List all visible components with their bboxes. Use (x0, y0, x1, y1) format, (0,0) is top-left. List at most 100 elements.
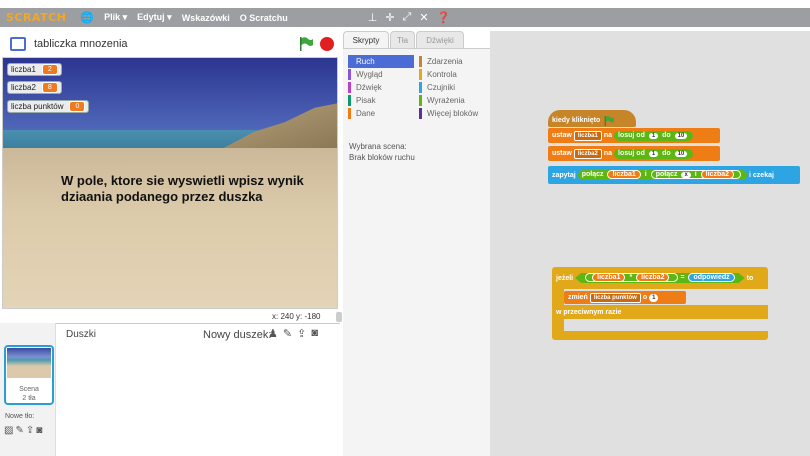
variable-reporter[interactable]: liczba2 (700, 170, 735, 179)
category-looks[interactable]: Wygląd (348, 68, 414, 81)
block-text: * (629, 274, 633, 281)
block-text: losuj od (618, 131, 645, 139)
green-flag-icon[interactable] (298, 37, 314, 51)
scratch-logo[interactable]: SCRATCH (6, 11, 66, 24)
paint-icon[interactable]: ✎ (15, 425, 23, 436)
paint-icon[interactable]: ✎ (283, 327, 292, 340)
block-text: połącz (581, 171, 604, 178)
else-label-bar: w przeciwnym razie (552, 305, 768, 319)
ask-and-wait-block[interactable]: zapytaj połącz liczba1 i połącz x i licz… (548, 166, 800, 184)
category-events[interactable]: Zdarzenia (419, 55, 489, 68)
category-motion[interactable]: Ruch (348, 55, 414, 68)
variable-reporter[interactable]: liczba2 (636, 273, 669, 282)
category-column-left: Ruch Wygląd Dźwięk Pisak Dane (348, 55, 414, 120)
move-icon[interactable]: ✛ (385, 11, 394, 24)
number-input[interactable]: 1 (648, 132, 659, 139)
menu-edit[interactable]: Edytuj ▾ (137, 12, 172, 23)
block-text: na (603, 150, 613, 157)
tab-sounds[interactable]: Dźwięki (416, 31, 464, 48)
monitor-label: liczba1 (11, 65, 36, 74)
variable-reporter[interactable]: liczba1 (592, 273, 625, 282)
block-text: zmień (568, 294, 588, 301)
when-flag-clicked-block[interactable]: kiedy kliknięto (548, 110, 636, 127)
category-pen[interactable]: Pisak (348, 94, 414, 107)
random-reporter[interactable]: losuj od 1 do 10 (614, 130, 694, 141)
number-input[interactable]: 1 (649, 293, 659, 302)
camera-icon[interactable]: ◙ (311, 327, 318, 340)
block-text: kiedy kliknięto (552, 117, 601, 124)
menu-bar: SCRATCH 🌐 Plik ▾ Edytuj ▾ Wskazówki O Sc… (0, 8, 810, 27)
help-icon[interactable]: ❓ (437, 11, 451, 24)
sprite-library-icon[interactable]: ♟ (268, 327, 278, 340)
stage[interactable]: liczba1 2 liczba2 8 liczba punktów 0 W p… (2, 57, 338, 309)
block-text: ustaw (552, 132, 572, 139)
block-text: do (662, 149, 671, 157)
block-text: połącz (655, 171, 678, 178)
backdrop-library-icon[interactable]: ▨ (4, 425, 13, 436)
multiply-operator[interactable]: liczba1 * liczba2 (585, 273, 678, 282)
stamp-icon[interactable]: ⊥ (368, 11, 378, 24)
block-text: i (644, 171, 647, 178)
sprite-text: W pole, ktore sie wyswietli wpisz wynik … (61, 173, 304, 204)
stage-header: tabliczka mnozenia (0, 30, 340, 57)
block-text: = (680, 274, 685, 281)
category-more-blocks[interactable]: Więcej bloków (419, 107, 489, 120)
menu-tips[interactable]: Wskazówki (182, 13, 230, 23)
change-variable-block[interactable]: zmień liczba punktów o 1 (564, 291, 686, 304)
block-text: losuj od (618, 149, 645, 157)
join-reporter[interactable]: połącz x i liczba2 (650, 170, 742, 179)
block-text: to (746, 274, 754, 282)
block-text: zapytaj (552, 171, 576, 179)
shrink-icon[interactable]: ✕ (419, 11, 428, 24)
variable-reporter[interactable]: liczba1 (607, 170, 641, 179)
monitor-liczba2[interactable]: liczba2 8 (7, 81, 62, 94)
palette-message: Wybrana scena: Brak bloków ruchu (349, 141, 415, 163)
grow-icon[interactable]: ⤢ (403, 11, 412, 24)
globe-icon[interactable]: 🌐 (80, 11, 94, 24)
category-column-right: Zdarzenia Kontrola Czujniki Wyrażenia Wi… (419, 55, 489, 120)
upload-icon[interactable]: ⇪ (26, 425, 34, 436)
category-operators[interactable]: Wyrażenia (419, 94, 489, 107)
if-else-block[interactable]: jeżeli liczba1 * liczba2 = odpowiedź to (552, 267, 768, 289)
monitor-label: liczba2 (11, 83, 36, 92)
variable-dropdown[interactable]: liczba1 (573, 130, 602, 141)
text-input[interactable]: x (681, 172, 691, 178)
upload-icon[interactable]: ⇪ (297, 327, 306, 340)
monitor-value: 8 (41, 82, 58, 93)
camera-icon[interactable]: ◙ (36, 425, 42, 436)
number-input[interactable]: 10 (674, 150, 688, 157)
category-sensing[interactable]: Czujniki (419, 81, 489, 94)
menu-about[interactable]: O Scratchu (240, 13, 288, 23)
monitor-value: 0 (69, 101, 86, 112)
set-liczba1-block[interactable]: ustaw liczba1 na losuj od 1 do 10 (548, 128, 720, 143)
fullscreen-icon[interactable] (10, 36, 26, 51)
stage-collapse-handle[interactable] (336, 312, 342, 322)
tab-scripts[interactable]: Skrypty (343, 31, 389, 48)
mouse-coordinates: x: 240 y: -180 (272, 312, 321, 321)
sprites-label: Duszki (66, 329, 97, 340)
equals-operator[interactable]: liczba1 * liczba2 = odpowiedź (575, 273, 745, 283)
palette-message-line: Brak bloków ruchu (349, 153, 415, 162)
scripts-area[interactable] (490, 31, 810, 456)
if-else-arm (552, 289, 564, 305)
random-reporter[interactable]: losuj od 1 do 10 (614, 148, 694, 159)
join-reporter[interactable]: połącz liczba1 i połącz x i liczba2 (577, 170, 748, 180)
stage-thumbnail-image (7, 348, 51, 378)
tab-backdrops[interactable]: Tła (390, 31, 415, 48)
monitor-liczba1[interactable]: liczba1 2 (7, 63, 62, 76)
variable-dropdown[interactable]: liczba2 (573, 148, 602, 159)
number-input[interactable]: 10 (674, 132, 688, 139)
if-else-bottom (552, 331, 768, 340)
number-input[interactable]: 1 (648, 150, 659, 157)
set-liczba2-block[interactable]: ustaw liczba2 na losuj od 1 do 10 (548, 146, 720, 161)
variable-dropdown[interactable]: liczba punktów (589, 292, 641, 303)
answer-reporter[interactable]: odpowiedź (688, 273, 734, 282)
category-sound[interactable]: Dźwięk (348, 81, 414, 94)
stage-thumbnail-label: Scena 2 tła (19, 386, 39, 402)
monitor-liczba-punktow[interactable]: liczba punktów 0 (7, 100, 90, 113)
stop-icon[interactable] (320, 37, 334, 51)
category-data[interactable]: Dane (348, 107, 414, 120)
menu-file[interactable]: Plik ▾ (104, 12, 127, 23)
category-control[interactable]: Kontrola (419, 68, 489, 81)
project-title[interactable]: tabliczka mnozenia (34, 38, 128, 50)
